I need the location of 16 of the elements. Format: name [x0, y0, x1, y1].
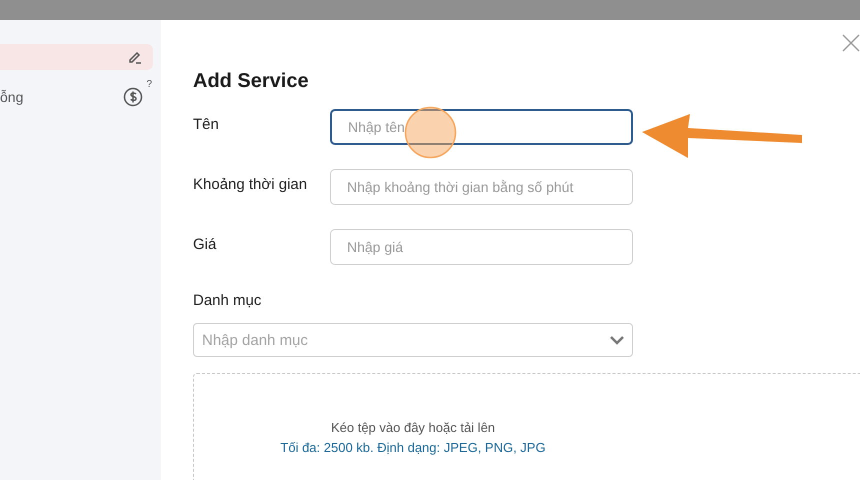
dollar-icon: [123, 87, 143, 107]
click-highlight: [404, 106, 457, 159]
field-label: Tên: [193, 115, 220, 135]
field-label: Danh mục: [193, 291, 262, 311]
field-label: Giá: [193, 235, 218, 255]
dialog-title: Add Service: [193, 70, 310, 93]
upload-hint: Tối đa: 2500 kb. Định dạng: JPEG, PNG, JPG: [280, 439, 546, 457]
upload-dropzone[interactable]: Kéo tệp vào đây hoặc tải lên Tối đa: 2500 kb. Định dạng: JPEG, PNG, JPG: [193, 373, 860, 480]
input-field[interactable]: Nhập tên: [330, 109, 633, 145]
upload-prompt: Kéo tệp vào đây hoặc tải lên: [330, 419, 496, 437]
close-button[interactable]: [842, 34, 860, 52]
sidebar-label: ỗng: [0, 89, 24, 105]
chevron-down-icon: [610, 335, 624, 345]
field-label: Khoảng thời gian: [193, 175, 308, 195]
help-mark: ?: [146, 79, 152, 90]
pencil-icon: [127, 49, 143, 65]
